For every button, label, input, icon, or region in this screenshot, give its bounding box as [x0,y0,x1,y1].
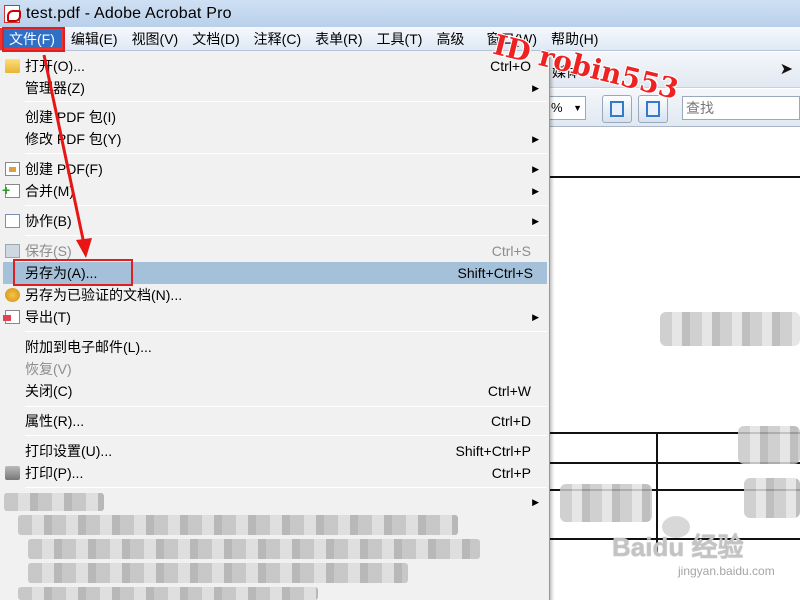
menu-item-shortcut: Ctrl+D [490,413,531,429]
blurred-text [738,426,800,464]
menu-separator [25,101,547,102]
submenu-arrow-icon: ▶ [532,134,539,144]
menu-item-combine[interactable]: 合并(M) ▶ [0,179,548,202]
window-title: test.pdf - Adobe Acrobat Pro [26,4,232,22]
submenu-arrow-icon: ▶ [532,497,539,507]
menu-item-close[interactable]: 关闭(C) Ctrl+W [0,380,548,402]
menu-item-label: 打印(P)... [25,465,84,481]
highlight-box-file-menu [2,27,65,52]
submenu-arrow-icon: ▶ [532,186,539,196]
blurred-recent-file [18,587,318,600]
menu-item-print-setup[interactable]: 打印设置(U)... Shift+Ctrl+P [0,440,548,462]
baidu-url: jingyan.baidu.com [678,564,775,578]
menu-item-properties[interactable]: 属性(R)... Ctrl+D [0,410,548,432]
menu-item-open[interactable]: 打开(O)... Ctrl+O [0,55,548,77]
menu-item-label: 关闭(C) [25,383,73,399]
fit-width-button[interactable] [602,95,632,123]
menu-view[interactable]: 视图(V) [125,28,186,50]
menu-comments[interactable]: 注释(C) [247,28,308,50]
menu-bar: 文件(F) 编辑(E) 视图(V) 文档(D) 注释(C) 表单(R) 工具(T… [0,27,800,51]
menu-item-organizer[interactable]: 管理器(Z) ▶ [0,77,548,99]
menu-item-collaborate[interactable]: 协作(B) ▶ [0,210,548,232]
zoom-value: % [551,100,563,115]
menu-item-print[interactable]: 打印(P)... Ctrl+P [0,462,548,484]
submenu-arrow-icon: ▶ [532,216,539,226]
submenu-arrow-icon: ▶ [532,312,539,322]
create-pdf-icon [5,162,20,176]
print-icon [5,466,20,480]
menu-forms[interactable]: 表单(R) [308,28,369,50]
menu-item-label: 恢复(V) [25,361,72,377]
menu-item-label: 创建 PDF(F) [25,161,103,177]
menu-item-create-pdf-package[interactable]: 创建 PDF 包(I) [0,106,548,128]
menu-item-label: 属性(R)... [25,413,85,429]
find-input[interactable]: 查找 [682,96,800,120]
highlight-box-save-as [13,259,133,286]
baidu-watermark: Baidu 经验 [612,532,744,562]
menu-item-shortcut: Ctrl+P [491,465,531,481]
file-menu-dropdown: 打开(O)... Ctrl+O 管理器(Z) ▶ 创建 PDF 包(I) 修改 … [0,51,550,600]
export-icon [3,310,20,324]
blurred-text [660,312,800,346]
zoom-input[interactable]: % ▼ [548,96,586,120]
menu-advanced[interactable]: 高级 [429,28,471,50]
certified-icon [5,288,20,302]
menu-separator [25,205,547,206]
menu-item-label: 打开(O)... [25,58,85,74]
menu-item-export[interactable]: 导出(T) ▶ [0,306,548,328]
menu-item-label: 修改 PDF 包(Y) [25,131,122,147]
menu-item-shortcut: Shift+Ctrl+P [455,443,531,459]
menu-separator [25,235,547,236]
menu-item-modify-pdf-package[interactable]: 修改 PDF 包(Y) ▶ [0,128,548,150]
blurred-recent-file [28,539,480,559]
menu-item-label: 打印设置(U)... [25,443,113,459]
title-bar: test.pdf - Adobe Acrobat Pro [0,0,800,27]
menu-separator [25,406,547,407]
blurred-text [744,478,800,518]
blurred-recent-file [4,493,104,511]
chevron-down-icon[interactable]: ▼ [573,97,582,119]
merge-icon [2,179,20,201]
submenu-arrow-icon: ▶ [532,83,539,93]
submenu-arrow-icon: ▶ [532,164,539,174]
folder-icon [5,59,20,73]
menu-item-label: 管理器(Z) [25,80,85,96]
menu-item-create-pdf[interactable]: 创建 PDF(F) ▶ [0,158,548,180]
table-line [548,176,800,178]
blurred-recent-file [28,563,408,583]
select-tool-icon[interactable]: ➤ [780,59,793,79]
menu-separator [25,435,547,436]
blurred-recent-file [18,515,458,535]
menu-item-label: 创建 PDF 包(I) [25,109,116,125]
menu-tools[interactable]: 工具(T) [370,28,430,50]
fit-width-icon [610,101,624,117]
menu-item-attach-email[interactable]: 附加到电子邮件(L)... [0,336,548,358]
menu-item-label: 协作(B) [25,213,72,229]
collaborate-icon [5,214,20,228]
menu-item-shortcut: Ctrl+W [487,383,531,399]
menu-item-revert[interactable]: 恢复(V) [0,358,548,380]
save-icon [5,244,20,258]
menu-edit[interactable]: 编辑(E) [64,28,125,50]
menu-item-label: 导出(T) [25,309,71,325]
acrobat-pdf-icon [4,4,21,23]
fit-page-icon [646,101,660,117]
menu-item-label: 合并(M) [25,183,74,199]
menu-separator [25,153,547,154]
menu-item-shortcut: Shift+Ctrl+S [457,265,533,281]
menu-item-label: 附加到电子邮件(L)... [25,339,152,355]
menu-item-label: 另存为已验证的文档(N)... [25,287,183,303]
menu-item-save-as-certified[interactable]: 另存为已验证的文档(N)... [0,284,548,306]
menu-document[interactable]: 文档(D) [185,28,246,50]
menu-separator [25,487,547,488]
blurred-text [560,484,652,522]
menu-item-shortcut: Ctrl+S [491,243,531,259]
menu-separator [25,331,547,332]
